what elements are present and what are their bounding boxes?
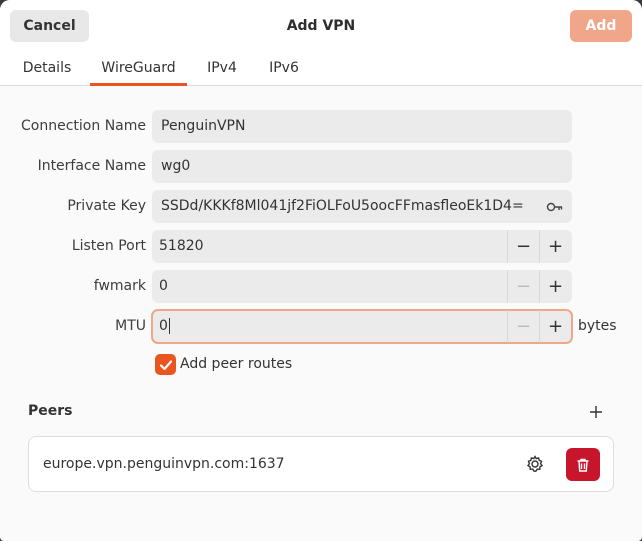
tab-details[interactable]: Details	[14, 51, 80, 85]
listen-port-label: Listen Port	[71, 238, 146, 254]
peer-name: europe.vpn.penguinvpn.com:1637	[43, 456, 285, 472]
connection-name-field[interactable]: PenguinVPN	[152, 110, 572, 143]
tab-ipv6[interactable]: IPv6	[259, 51, 309, 85]
interface-name-value: wg0	[161, 158, 191, 174]
interface-name-label: Interface Name	[37, 158, 146, 174]
add-peer-button[interactable]	[584, 400, 608, 424]
gear-icon[interactable]	[525, 454, 545, 474]
private-key-label: Private Key	[67, 198, 146, 214]
tab-wireguard[interactable]: WireGuard	[90, 51, 187, 86]
private-key-field[interactable]: SSDd/KKKf8Ml041jf2FiOLFoU5oocFFmasfleoEk…	[152, 190, 572, 223]
add-peer-routes-checkbox[interactable]	[155, 354, 176, 375]
mtu-decrement-button[interactable]: −	[507, 310, 539, 343]
cancel-button[interactable]: Cancel	[10, 10, 89, 42]
fwmark-decrement-button[interactable]: −	[507, 270, 539, 303]
mtu-increment-button[interactable]: +	[539, 310, 571, 343]
fwmark-increment-button[interactable]: +	[539, 270, 571, 303]
add-button[interactable]: Add	[570, 10, 632, 42]
peers-heading: Peers	[28, 403, 73, 419]
listen-port-spinbutton[interactable]: 51820 − +	[152, 230, 572, 263]
add-peer-routes-label[interactable]: Add peer routes	[180, 354, 292, 375]
dialog-title: Add VPN	[286, 17, 356, 34]
trash-icon	[577, 458, 589, 472]
connection-name-value: PenguinVPN	[161, 118, 246, 134]
plus-icon	[590, 406, 602, 418]
tab-bar: Details WireGuard IPv4 IPv6	[0, 51, 642, 86]
fwmark-value: 0	[159, 278, 168, 294]
fwmark-label: fwmark	[93, 278, 146, 294]
listen-port-increment-button[interactable]: +	[539, 230, 571, 263]
delete-peer-button[interactable]	[566, 448, 600, 481]
connection-name-label: Connection Name	[21, 118, 146, 134]
mtu-unit-label: bytes	[578, 318, 617, 334]
listen-port-value: 51820	[159, 238, 204, 254]
add-vpn-dialog: Cancel Add VPN Add Details WireGuard IPv…	[0, 0, 642, 541]
private-key-value: SSDd/KKKf8Ml041jf2FiOLFoU5oocFFmasfleoEk…	[161, 198, 524, 214]
text-cursor	[168, 318, 170, 334]
tab-ipv4[interactable]: IPv4	[197, 51, 247, 85]
fwmark-spinbutton[interactable]: 0 − +	[152, 270, 572, 303]
mtu-value: 0	[159, 310, 170, 343]
key-icon[interactable]	[546, 198, 564, 216]
mtu-spinbutton[interactable]: 0 − +	[151, 309, 573, 344]
header-bar: Cancel Add VPN Add	[0, 0, 642, 51]
interface-name-field[interactable]: wg0	[152, 150, 572, 183]
peer-row[interactable]: europe.vpn.penguinvpn.com:1637	[28, 436, 614, 492]
mtu-label: MTU	[115, 318, 146, 334]
checkmark-icon	[159, 359, 172, 370]
mtu-value-text: 0	[159, 318, 168, 334]
listen-port-decrement-button[interactable]: −	[507, 230, 539, 263]
